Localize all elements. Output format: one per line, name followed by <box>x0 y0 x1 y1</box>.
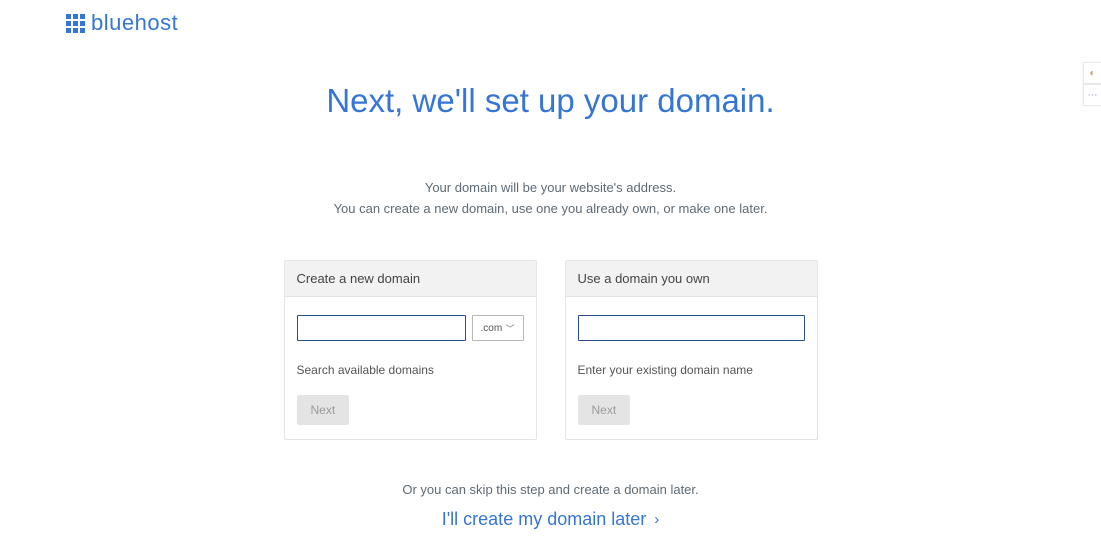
create-hint: Search available domains <box>297 363 524 377</box>
own-card-title: Use a domain you own <box>566 261 817 297</box>
tld-select[interactable]: .com ﹀ <box>472 315 524 341</box>
side-widget-2[interactable]: ⋯ <box>1083 84 1101 106</box>
chevron-right-icon: › <box>654 511 659 528</box>
cards-row: Create a new domain .com ﹀ Search availa… <box>284 260 818 440</box>
own-next-button[interactable]: Next <box>578 395 631 425</box>
create-next-button[interactable]: Next <box>297 395 350 425</box>
skip-link[interactable]: I'll create my domain later › <box>442 509 660 530</box>
side-widget-1[interactable]: ◐ <box>1083 62 1101 84</box>
brand-name: bluehost <box>91 10 178 36</box>
brand-logo[interactable]: bluehost <box>66 10 178 36</box>
subtext-2: You can create a new domain, use one you… <box>334 201 768 216</box>
chevron-down-icon: ﹀ <box>505 322 514 335</box>
subtext-1: Your domain will be your website's addre… <box>425 180 676 195</box>
page-headline: Next, we'll set up your domain. <box>326 82 774 120</box>
grid-icon <box>66 14 85 33</box>
tld-selected: .com <box>481 323 503 334</box>
skip-text: Or you can skip this step and create a d… <box>402 482 698 497</box>
main-content: Next, we'll set up your domain. Your dom… <box>0 0 1101 530</box>
own-domain-input[interactable] <box>578 315 805 341</box>
skip-link-label: I'll create my domain later <box>442 509 647 530</box>
own-hint: Enter your existing domain name <box>578 363 805 377</box>
create-card-title: Create a new domain <box>285 261 536 297</box>
create-domain-card: Create a new domain .com ﹀ Search availa… <box>284 260 537 440</box>
new-domain-input[interactable] <box>297 315 466 341</box>
own-domain-card: Use a domain you own Enter your existing… <box>565 260 818 440</box>
